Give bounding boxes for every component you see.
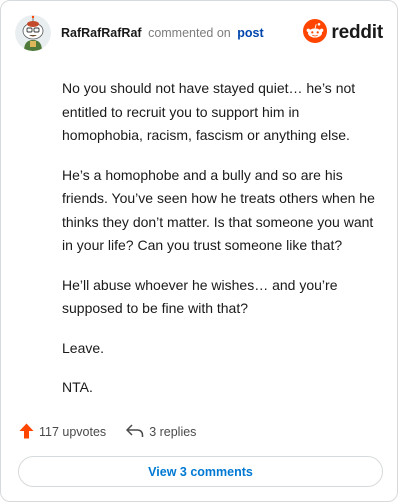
reddit-logo[interactable]: reddit	[303, 18, 383, 48]
comment-paragraph: No you should not have stayed quiet… he’…	[62, 80, 356, 143]
comment-body: No you should not have stayed quiet… he’…	[62, 77, 380, 416]
comment-card: RafRafRafRaf commented on post reddit No…	[0, 0, 398, 502]
comment-paragraph: NTA.	[62, 379, 93, 395]
comment-paragraph: He’s a homophobe and a bully and so are …	[62, 166, 375, 254]
username-link[interactable]: RafRafRafRaf	[61, 26, 142, 40]
comment-meta: RafRafRafRaf commented on post	[61, 26, 264, 40]
upvote-arrow-icon[interactable]	[19, 423, 39, 442]
comment-paragraph: He’ll abuse whoever he wishes… and you’r…	[62, 276, 338, 317]
comment-header: RafRafRafRaf commented on post reddit	[15, 15, 383, 51]
upvote-stat[interactable]: 117 upvotes	[19, 423, 106, 442]
snoo-avatar-icon[interactable]	[15, 15, 51, 51]
view-comments-button[interactable]: View 3 comments	[18, 456, 383, 487]
reddit-wordmark: reddit	[331, 22, 383, 43]
replies-stat[interactable]: 3 replies	[126, 423, 197, 441]
reddit-snoo-icon	[303, 18, 328, 48]
action-text: commented on	[148, 26, 231, 40]
reply-arrow-icon[interactable]	[126, 423, 149, 441]
comment-stats: 117 upvotes 3 replies	[19, 421, 196, 443]
comment-paragraph: Leave.	[62, 339, 105, 356]
reply-count: 3 replies	[149, 425, 197, 439]
upvote-count: 117 upvotes	[39, 425, 107, 439]
post-link[interactable]: post	[237, 26, 263, 40]
